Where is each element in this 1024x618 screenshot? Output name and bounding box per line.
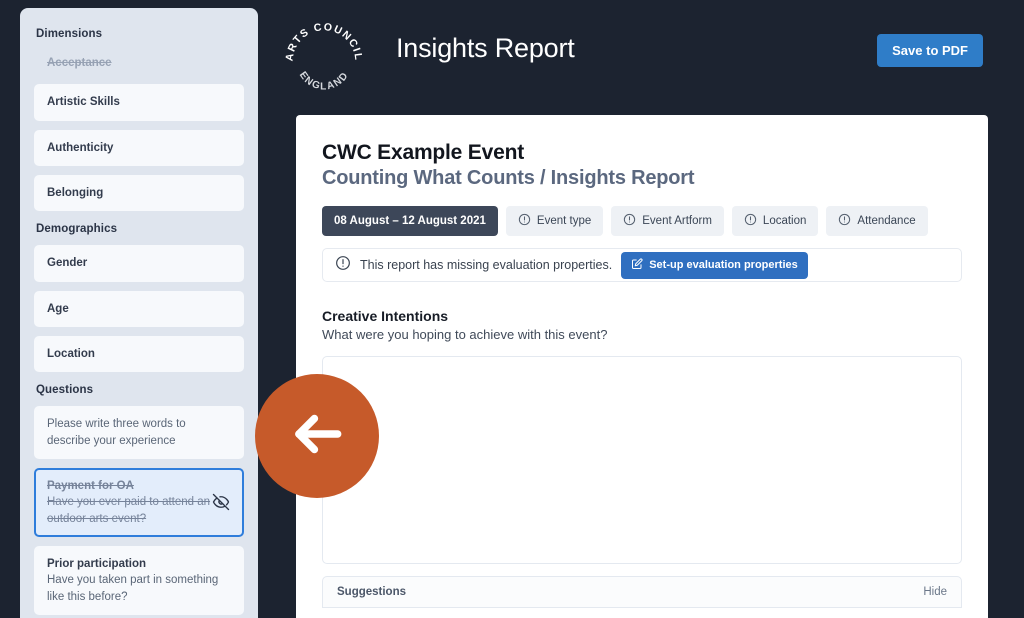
sidebar-group-title-questions: Questions: [36, 384, 94, 397]
arrow-left-icon: [286, 403, 348, 470]
suggestions-label: Suggestions: [337, 586, 407, 598]
arts-council-england-logo: ARTS COUNCIL ENGLAND: [278, 12, 370, 104]
chip-location[interactable]: Location: [731, 206, 819, 236]
edit-square-icon: [631, 257, 643, 273]
save-to-pdf-button[interactable]: Save to PDF: [877, 34, 983, 67]
chip-event-dates[interactable]: 08 August – 12 August 2021: [322, 206, 498, 236]
sidebar-item-label: Location: [47, 347, 95, 360]
alert-circle-icon: [623, 213, 636, 229]
report-card: CWC Example Event Counting What Counts /…: [296, 115, 988, 618]
sidebar: Dimensions Acceptance Artistic Skills Au…: [20, 8, 258, 618]
chip-label: 08 August – 12 August 2021: [334, 215, 486, 227]
alert-circle-icon: [335, 255, 351, 276]
missing-properties-banner: This report has missing evaluation prope…: [322, 248, 962, 282]
sidebar-item-question-prior-participation[interactable]: Prior participation Have you taken part …: [34, 545, 244, 615]
sidebar-item-question-title: Payment for OA: [47, 479, 134, 492]
chip-label: Attendance: [857, 215, 916, 227]
chip-label: Location: [762, 215, 807, 227]
chip-event-type[interactable]: Event type: [505, 206, 604, 236]
annotation-arrow-callout: [255, 374, 379, 498]
sidebar-item-question-title: Prior participation: [47, 557, 147, 570]
sidebar-item-label: Authenticity: [47, 141, 114, 154]
sidebar-item-question-payment-for-oa[interactable]: Payment for OA Have you ever paid to att…: [34, 467, 244, 537]
chip-label: Event Artform: [642, 215, 712, 227]
sidebar-item-question-body: Have you ever paid to attend an outdoor …: [47, 496, 211, 525]
chip-attendance[interactable]: Attendance: [826, 206, 928, 236]
app-screen: Dimensions Acceptance Artistic Skills Au…: [0, 0, 1024, 618]
sidebar-group-title-dimensions: Dimensions: [36, 28, 103, 40]
sidebar-item-label: Belonging: [47, 186, 104, 199]
sidebar-item-label: Gender: [47, 257, 88, 270]
sidebar-item-question-three-words[interactable]: Please write three words to describe you…: [34, 406, 244, 459]
banner-message: This report has missing evaluation prope…: [360, 258, 613, 272]
suggestions-panel: Suggestions Hide: [322, 576, 962, 608]
event-title: CWC Example Event: [322, 141, 524, 164]
chip-event-artform[interactable]: Event Artform: [611, 206, 724, 236]
sidebar-item-artistic-skills[interactable]: Artistic Skills: [34, 84, 244, 121]
sidebar-item-label: Age: [47, 302, 69, 315]
sidebar-item-question-body: Have you taken part in something like th…: [47, 574, 219, 603]
banner-button-label: Set-up evaluation properties: [649, 259, 798, 271]
page-title: Insights Report: [396, 33, 575, 63]
app-header: ARTS COUNCIL ENGLAND Insights Report Sav…: [258, 0, 1024, 115]
suggestions-hide-button[interactable]: Hide: [923, 586, 947, 598]
alert-circle-icon: [838, 213, 851, 229]
sidebar-item-age[interactable]: Age: [34, 290, 244, 327]
sidebar-group-title-demographics: Demographics: [36, 223, 118, 236]
setup-evaluation-properties-button[interactable]: Set-up evaluation properties: [621, 251, 808, 279]
svg-text:ENGLAND: ENGLAND: [297, 70, 351, 93]
section-subtitle: What were you hoping to achieve with thi…: [322, 327, 608, 342]
eye-off-icon[interactable]: [212, 493, 230, 511]
event-subtitle: Counting What Counts / Insights Report: [322, 167, 695, 189]
sidebar-item-gender[interactable]: Gender: [34, 245, 244, 282]
sidebar-item-label: Artistic Skills: [47, 96, 120, 109]
sidebar-item-authenticity[interactable]: Authenticity: [34, 129, 244, 166]
creative-intentions-answer-box[interactable]: [322, 356, 962, 564]
chip-label: Event type: [536, 215, 592, 227]
alert-circle-icon: [518, 213, 531, 229]
alert-circle-icon: [744, 213, 757, 229]
sidebar-item-label: Acceptance: [47, 57, 112, 69]
svg-text:ARTS COUNCIL: ARTS COUNCIL: [283, 21, 364, 62]
sidebar-item-belonging[interactable]: Belonging: [34, 174, 244, 212]
event-property-chips: 08 August – 12 August 2021 Event type Ev…: [322, 206, 962, 236]
sidebar-item-location[interactable]: Location: [34, 335, 244, 373]
sidebar-item-question-body: Please write three words to describe you…: [47, 418, 186, 447]
section-title: Creative Intentions: [322, 308, 449, 324]
sidebar-item-acceptance[interactable]: Acceptance: [34, 50, 244, 76]
